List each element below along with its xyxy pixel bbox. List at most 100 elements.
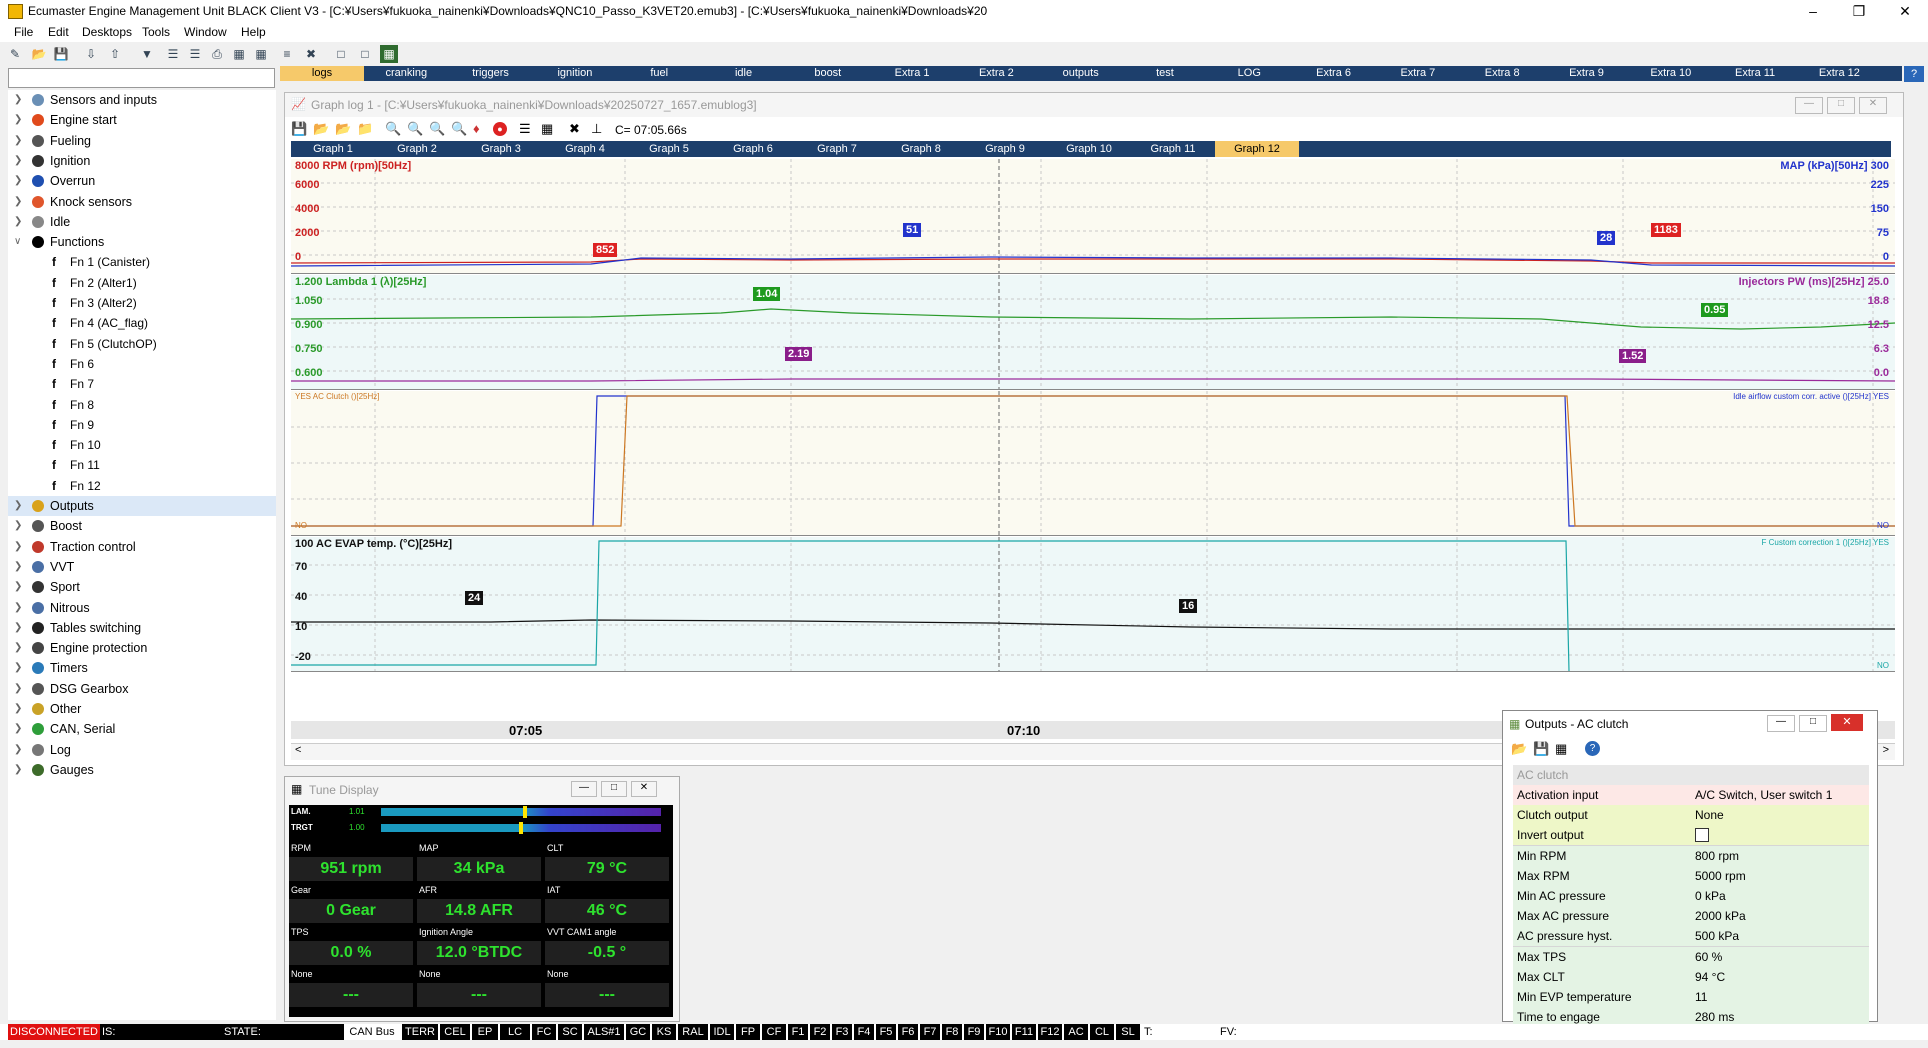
outputs-save-icon[interactable]: 💾 — [1533, 741, 1549, 757]
read-icon[interactable]: ⇩ — [82, 45, 100, 63]
expand-icon[interactable]: ❯ — [14, 516, 22, 536]
tree-item[interactable]: f Fn 2 (Alter1) — [8, 273, 276, 293]
tree-item[interactable]: ❯ Engine protection — [8, 638, 276, 658]
scroll-right-icon[interactable]: > — [1883, 744, 1889, 756]
graph-open2-icon[interactable]: 📂 — [335, 121, 351, 137]
property-row[interactable]: Max RPM 5000 rpm — [1513, 865, 1869, 887]
tree-item[interactable]: ❯ Fueling — [8, 131, 276, 151]
write-icon[interactable]: ⇧ — [106, 45, 124, 63]
property-row[interactable]: Max TPS 60 % — [1513, 946, 1869, 968]
menu-help[interactable]: Help — [241, 25, 266, 39]
tree-item[interactable]: f Fn 10 — [8, 435, 276, 455]
maximize-button[interactable]: ❐ — [1836, 0, 1882, 22]
tree-item[interactable]: ❯ Outputs — [8, 496, 276, 516]
tree-item[interactable]: ❯ Log — [8, 740, 276, 760]
desktop-tab[interactable]: fuel — [617, 66, 701, 81]
desktop-tab[interactable]: Extra 6 — [1292, 66, 1376, 81]
desktop-tab[interactable]: LOG — [1207, 66, 1291, 81]
list-icon[interactable]: ☰ — [164, 45, 182, 63]
tree-item[interactable]: ❯ Idle — [8, 212, 276, 232]
expand-icon[interactable]: ❯ — [14, 131, 22, 151]
desktop-tab[interactable]: Extra 11 — [1713, 66, 1797, 81]
tree-item[interactable]: ❯ DSG Gearbox — [8, 679, 276, 699]
property-row[interactable]: Clutch output None — [1513, 805, 1869, 827]
tree-item[interactable]: f Fn 7 — [8, 374, 276, 394]
desktop-tab[interactable]: ignition — [533, 66, 617, 81]
graph-tab[interactable]: Graph 5 — [627, 141, 711, 157]
expand-icon[interactable]: ❯ — [14, 496, 22, 516]
expand-icon[interactable]: ❯ — [14, 699, 22, 719]
graph-tab[interactable]: Graph 11 — [1131, 141, 1215, 157]
graph-tab[interactable]: Graph 1 — [291, 141, 375, 157]
tree-item[interactable]: f Fn 1 (Canister) — [8, 252, 276, 272]
tree-item[interactable]: ❯ Sensors and inputs — [8, 90, 276, 110]
graph-close-button[interactable]: ✕ — [1859, 97, 1887, 114]
expand-icon[interactable]: ❯ — [14, 679, 22, 699]
minimize-button[interactable]: – — [1790, 0, 1836, 22]
desktop-tab[interactable]: Extra 1 — [870, 66, 954, 81]
property-row[interactable]: Max CLT 94 °C — [1513, 966, 1869, 988]
tree-item[interactable]: ❯ CAN, Serial — [8, 719, 276, 739]
graph-folder-icon[interactable]: 📁 — [357, 121, 373, 137]
graph-tab[interactable]: Graph 8 — [879, 141, 963, 157]
expand-icon[interactable]: ❯ — [14, 577, 22, 597]
desktop-tab[interactable]: Extra 9 — [1545, 66, 1629, 81]
property-value[interactable]: None — [1695, 805, 1724, 825]
expand-icon[interactable]: ❯ — [14, 110, 22, 130]
graph-tab[interactable]: Graph 7 — [795, 141, 879, 157]
property-value[interactable]: 500 kPa — [1695, 926, 1739, 946]
expand-icon[interactable]: ❯ — [14, 658, 22, 678]
property-value[interactable]: 0 kPa — [1695, 886, 1726, 906]
expand-icon[interactable]: ❯ — [14, 638, 22, 658]
property-value[interactable]: A/C Switch, User switch 1 — [1695, 785, 1832, 805]
filter-icon[interactable]: ▼ — [138, 45, 156, 63]
outputs-close-button[interactable]: ✕ — [1831, 714, 1863, 731]
measure-icon[interactable]: ⊥ — [591, 121, 602, 137]
tree-item[interactable]: ∨ Functions — [8, 232, 276, 252]
tune-maximize-button[interactable]: □ — [601, 781, 627, 797]
tools-graph-icon[interactable]: ✖ — [569, 121, 580, 137]
invert-output-checkbox[interactable] — [1695, 828, 1709, 843]
property-value[interactable]: 5000 rpm — [1695, 866, 1746, 886]
channels-icon[interactable]: ☰ — [519, 121, 531, 137]
save-icon[interactable]: 💾 — [52, 45, 70, 63]
tools-icon[interactable]: ✖ — [302, 45, 320, 63]
desktop-tab[interactable]: logs — [280, 66, 364, 81]
graph-tab[interactable]: Graph 12 — [1215, 141, 1299, 157]
outputs-minimize-button[interactable]: — — [1767, 715, 1795, 732]
desktop-tab[interactable]: cranking — [364, 66, 448, 81]
expand-icon[interactable]: ❯ — [14, 557, 22, 577]
desktop-tab[interactable]: idle — [702, 66, 786, 81]
tree-item[interactable]: ❯ Gauges — [8, 760, 276, 780]
property-row[interactable]: Invert output — [1513, 825, 1869, 847]
tree-item[interactable]: ❯ Ignition — [8, 151, 276, 171]
expand-icon[interactable]: ❯ — [14, 192, 22, 212]
graph-tab[interactable]: Graph 9 — [963, 141, 1047, 157]
tree-item[interactable]: ❯ Tables switching — [8, 618, 276, 638]
tree-item[interactable]: f Fn 8 — [8, 395, 276, 415]
connect-icon[interactable]: ✎ — [6, 45, 24, 63]
graph-save-icon[interactable]: 💾 — [291, 121, 307, 137]
expand-icon[interactable]: ∨ — [14, 232, 21, 252]
record-icon[interactable]: ● — [493, 122, 507, 136]
desktop-tab[interactable]: triggers — [449, 66, 533, 81]
grid-icon[interactable]: ▦ — [230, 45, 248, 63]
tree-item[interactable]: ❯ VVT — [8, 557, 276, 577]
property-row[interactable]: Min EVP temperature 11 — [1513, 987, 1869, 1008]
params-icon[interactable]: ▦ — [541, 121, 553, 137]
graph-minimize-button[interactable]: — — [1795, 97, 1823, 114]
outputs-maximize-button[interactable]: □ — [1799, 715, 1827, 732]
tree-item[interactable]: f Fn 9 — [8, 415, 276, 435]
desktop-tab[interactable]: Extra 10 — [1629, 66, 1713, 81]
zoom-out-icon[interactable]: 🔍 — [407, 121, 423, 137]
outputs-help-icon[interactable]: ? — [1585, 741, 1600, 756]
menu-tools[interactable]: Tools — [142, 25, 170, 39]
graph-open-icon[interactable]: 📂 — [313, 121, 329, 137]
outputs-table-icon[interactable]: ▦ — [1555, 741, 1567, 757]
table-icon[interactable]: ▦ — [252, 45, 270, 63]
print-icon[interactable]: ⎙ — [208, 45, 226, 63]
tree-item[interactable]: ❯ Timers — [8, 658, 276, 678]
tree-item[interactable]: ❯ Other — [8, 699, 276, 719]
property-value[interactable]: 60 % — [1695, 947, 1722, 967]
scroll-left-icon[interactable]: < — [295, 744, 301, 756]
